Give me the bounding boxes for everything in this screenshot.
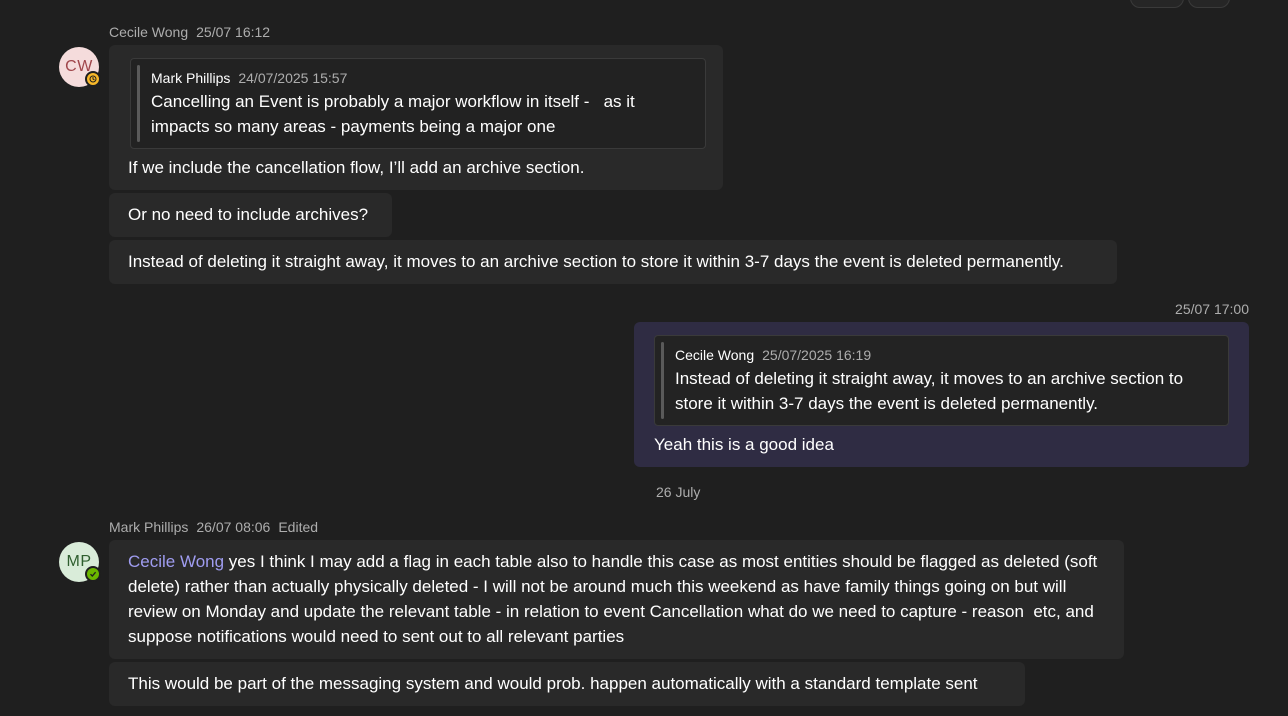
- message-text: Instead of deleting it straight away, it…: [128, 252, 1064, 271]
- quote-time: 25/07/2025 16:19: [762, 347, 872, 363]
- message-bubble[interactable]: This would be part of the messaging syst…: [109, 662, 1025, 706]
- message-header: Cecile Wong 25/07 16:12: [109, 24, 278, 40]
- message-bubble[interactable]: Instead of deleting it straight away, it…: [109, 240, 1117, 284]
- quote-text: Cancelling an Event is probably a major …: [151, 92, 640, 136]
- mention-link[interactable]: Cecile Wong: [128, 552, 224, 571]
- own-message-bubble[interactable]: Cecile Wong 25/07/2025 16:19 Instead of d…: [634, 322, 1249, 467]
- author-name: Cecile Wong: [109, 24, 189, 40]
- message-bubble[interactable]: Or no need to include archives?: [109, 193, 392, 237]
- message-text: Yeah this is a good idea: [654, 435, 834, 454]
- quoted-message[interactable]: Mark Phillips 24/07/2025 15:57 Cancelling…: [130, 58, 706, 149]
- avatar[interactable]: MP: [59, 542, 101, 582]
- quote-author: Cecile Wong: [675, 347, 755, 363]
- message-text: Cecile Wong yes I think I may add a flag…: [128, 549, 1105, 649]
- away-status-icon: [85, 71, 101, 87]
- quote-time: 24/07/2025 15:57: [238, 70, 348, 86]
- message-text: This would be part of the messaging syst…: [128, 674, 978, 693]
- reaction-button[interactable]: [1130, 0, 1184, 8]
- quote-text: Instead of deleting it straight away, it…: [675, 369, 1184, 413]
- message-body: yes I think I may add a flag in each tab…: [128, 552, 1103, 646]
- quoted-message[interactable]: Cecile Wong 25/07/2025 16:19 Instead of d…: [654, 335, 1229, 426]
- quote-author: Mark Phillips: [151, 70, 231, 86]
- message-time: 26/07 08:06: [196, 519, 271, 535]
- message-text: If we include the cancellation flow, I’l…: [128, 158, 585, 177]
- edited-label: Edited: [278, 519, 319, 535]
- message-time: 25/07 17:00: [1175, 301, 1249, 317]
- avatar[interactable]: CW: [59, 47, 101, 87]
- message-bubble[interactable]: Cecile Wong yes I think I may add a flag…: [109, 540, 1124, 659]
- message-text: Or no need to include archives?: [128, 205, 369, 224]
- more-button[interactable]: [1188, 0, 1230, 8]
- author-name: Mark Phillips: [109, 519, 189, 535]
- date-divider: 26 July: [656, 484, 701, 500]
- available-status-icon: [85, 566, 101, 582]
- message-header: Mark Phillips 26/07 08:06 Edited: [109, 519, 326, 535]
- message-time: 25/07 16:12: [196, 24, 271, 40]
- message-bubble[interactable]: Mark Phillips 24/07/2025 15:57 Cancelling…: [109, 45, 723, 190]
